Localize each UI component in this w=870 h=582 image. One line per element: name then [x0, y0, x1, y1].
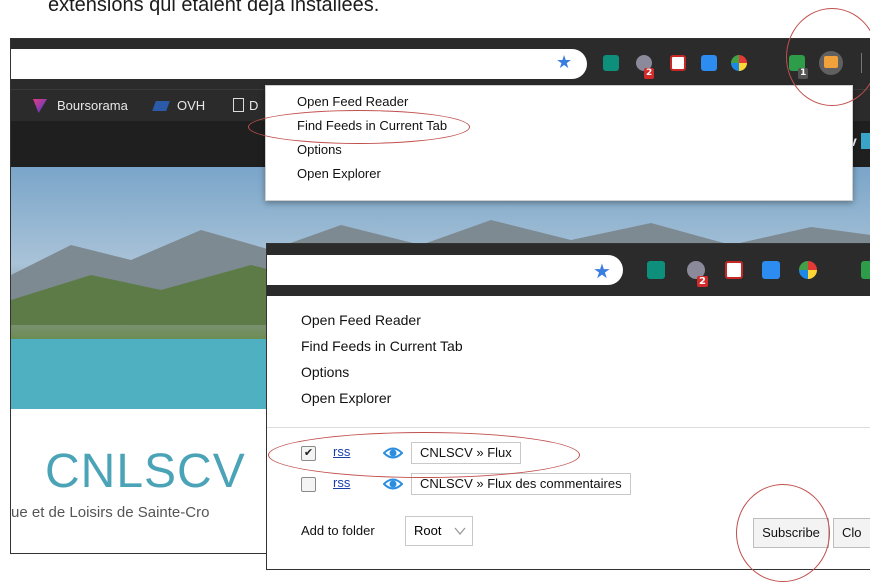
menu-options[interactable]: Options	[301, 364, 349, 380]
feed-reader-icon	[824, 56, 838, 68]
pdf-icon[interactable]	[670, 55, 686, 71]
bookmark-ovh[interactable]: OVH	[177, 98, 205, 113]
star-icon[interactable]: ★	[593, 259, 611, 283]
feed-name: CNLSCV » Flux des commentaires	[411, 473, 631, 495]
menu-options[interactable]: Options	[297, 142, 342, 157]
cloud-icon[interactable]	[701, 55, 717, 71]
menu-find-feeds[interactable]: Find Feeds in Current Tab	[297, 118, 447, 133]
eye-icon[interactable]	[383, 443, 403, 463]
address-bar[interactable]: ★	[267, 255, 623, 285]
feed-checkbox[interactable]	[301, 477, 316, 492]
badge: 2	[697, 276, 708, 287]
eye-icon[interactable]	[383, 474, 403, 494]
dropdown-arrow-icon	[454, 527, 466, 535]
ovh-icon	[152, 101, 170, 111]
feed-reader-button[interactable]	[819, 51, 843, 75]
stylish-icon[interactable]	[603, 55, 619, 71]
feed-name: CNLSCV » Flux	[411, 442, 521, 464]
site-title: CNLSCV	[45, 445, 246, 498]
close-button[interactable]: Clo	[833, 518, 870, 548]
badge: 2	[644, 68, 655, 79]
bookmark-d[interactable]: D	[249, 98, 258, 113]
menu-open-explorer[interactable]: Open Explorer	[297, 166, 381, 181]
menu-open-explorer[interactable]: Open Explorer	[301, 390, 391, 406]
folder-select[interactable]: Root	[405, 516, 473, 546]
folder-label: Add to folder	[301, 523, 375, 538]
feed-link[interactable]: rss	[333, 444, 350, 459]
check-icon: ✔	[303, 447, 314, 459]
color-picker-icon[interactable]	[731, 55, 747, 71]
bookmark-boursorama[interactable]: Boursorama	[57, 98, 128, 113]
front-browser-window: ★ 2 Open Feed Reader Find Feeds in Curre…	[266, 243, 870, 570]
menu-find-feeds[interactable]: Find Feeds in Current Tab	[301, 338, 463, 354]
header-icon	[861, 133, 870, 149]
caption-text: extensions qui étaient déjà installées.	[48, 0, 380, 16]
browser-toolbar: ★ 2	[267, 244, 870, 296]
folder-value: Root	[414, 523, 442, 538]
site-subtitle: ue et de Loisirs de Sainte-Cro	[11, 504, 210, 521]
feed-link[interactable]: rss	[333, 475, 350, 490]
browser-toolbar: ★ 2 1	[11, 39, 870, 89]
divider	[267, 427, 870, 428]
subscribe-button[interactable]: Subscribe	[753, 518, 829, 548]
color-picker-icon[interactable]	[799, 261, 817, 279]
address-bar[interactable]: ★	[11, 49, 587, 79]
pdf-icon[interactable]	[725, 261, 743, 279]
menu-open-feed-reader[interactable]: Open Feed Reader	[297, 94, 408, 109]
shield-icon[interactable]	[861, 261, 870, 279]
boursorama-icon	[33, 99, 47, 113]
menu-open-feed-reader[interactable]: Open Feed Reader	[301, 312, 421, 328]
stylish-icon[interactable]	[647, 261, 665, 279]
cloud-icon[interactable]	[762, 261, 780, 279]
feed-checkbox[interactable]: ✔	[301, 446, 316, 461]
page-icon	[233, 98, 244, 112]
badge: 1	[798, 68, 809, 79]
toolbar-divider	[861, 53, 862, 73]
feed-reader-menu: Open Feed Reader Find Feeds in Current T…	[265, 85, 853, 201]
star-icon[interactable]: ★	[556, 52, 572, 73]
